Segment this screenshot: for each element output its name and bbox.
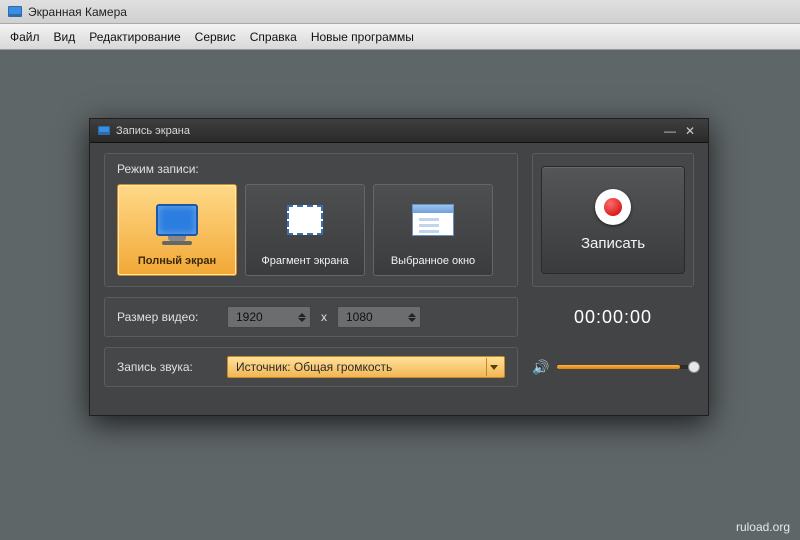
close-icon[interactable]: ✕ [680,123,700,139]
app-window: Экранная Камера Файл Вид Редактирование … [0,0,800,540]
mode-region[interactable]: Фрагмент экрана [245,184,365,276]
mode-label: Режим записи: [117,162,505,176]
dialog-icon [98,126,110,135]
dialog-body: Режим записи: Полный экран Фрагмент экра… [90,143,708,399]
watermark: ruload.org [736,520,790,534]
height-input[interactable]: 1080 [337,306,421,328]
height-value: 1080 [346,310,373,324]
record-icon [595,189,631,225]
record-panel: Записать [532,153,694,287]
dialog-title: Запись экрана [116,125,190,137]
slider-fill [557,365,680,369]
menu-help[interactable]: Справка [250,30,297,44]
crop-icon [287,205,323,235]
mode-panel: Режим записи: Полный экран Фрагмент экра… [104,153,518,287]
size-label: Размер видео: [117,310,217,324]
width-spinner-icon[interactable] [298,313,306,322]
menubar: Файл Вид Редактирование Сервис Справка Н… [0,24,800,50]
volume-slider[interactable] [557,365,694,369]
slider-thumb[interactable] [688,361,700,373]
menu-service[interactable]: Сервис [195,30,236,44]
main-area: Запись экрана — ✕ Режим записи: Полный э… [0,50,800,540]
width-input[interactable]: 1920 [227,306,311,328]
mode-full-screen[interactable]: Полный экран [117,184,237,276]
monitor-icon [156,204,198,236]
size-panel: Размер видео: 1920 x 1080 [104,297,518,337]
record-button[interactable]: Записать [541,166,685,274]
height-spinner-icon[interactable] [408,313,416,322]
audio-panel: Запись звука: Источник: Общая громкость [104,347,518,387]
audio-label: Запись звука: [117,360,217,374]
width-value: 1920 [236,310,263,324]
window-icon [412,204,454,236]
record-dialog: Запись экрана — ✕ Режим записи: Полный э… [89,118,709,416]
menu-file[interactable]: Файл [10,30,40,44]
menu-new-programs[interactable]: Новые программы [311,30,414,44]
audio-source-value: Источник: Общая громкость [236,360,392,374]
timer-value: 00:00:00 [574,307,652,328]
app-title: Экранная Камера [28,5,127,19]
menu-edit[interactable]: Редактирование [89,30,180,44]
mode-full-label: Полный экран [138,255,216,267]
volume-panel: 🔊 [532,359,694,376]
timer: 00:00:00 [532,297,694,337]
minimize-icon[interactable]: — [660,123,680,139]
app-icon [8,6,22,17]
x-separator: x [321,310,327,324]
audio-source-dropdown[interactable]: Источник: Общая громкость [227,356,505,378]
mode-region-label: Фрагмент экрана [261,255,348,267]
dialog-titlebar[interactable]: Запись экрана — ✕ [90,119,708,143]
speaker-icon: 🔊 [532,359,549,376]
titlebar: Экранная Камера [0,0,800,24]
mode-window[interactable]: Выбранное окно [373,184,493,276]
chevron-down-icon [486,358,500,376]
record-label: Записать [581,235,645,252]
mode-window-label: Выбранное окно [391,255,475,267]
menu-view[interactable]: Вид [54,30,76,44]
